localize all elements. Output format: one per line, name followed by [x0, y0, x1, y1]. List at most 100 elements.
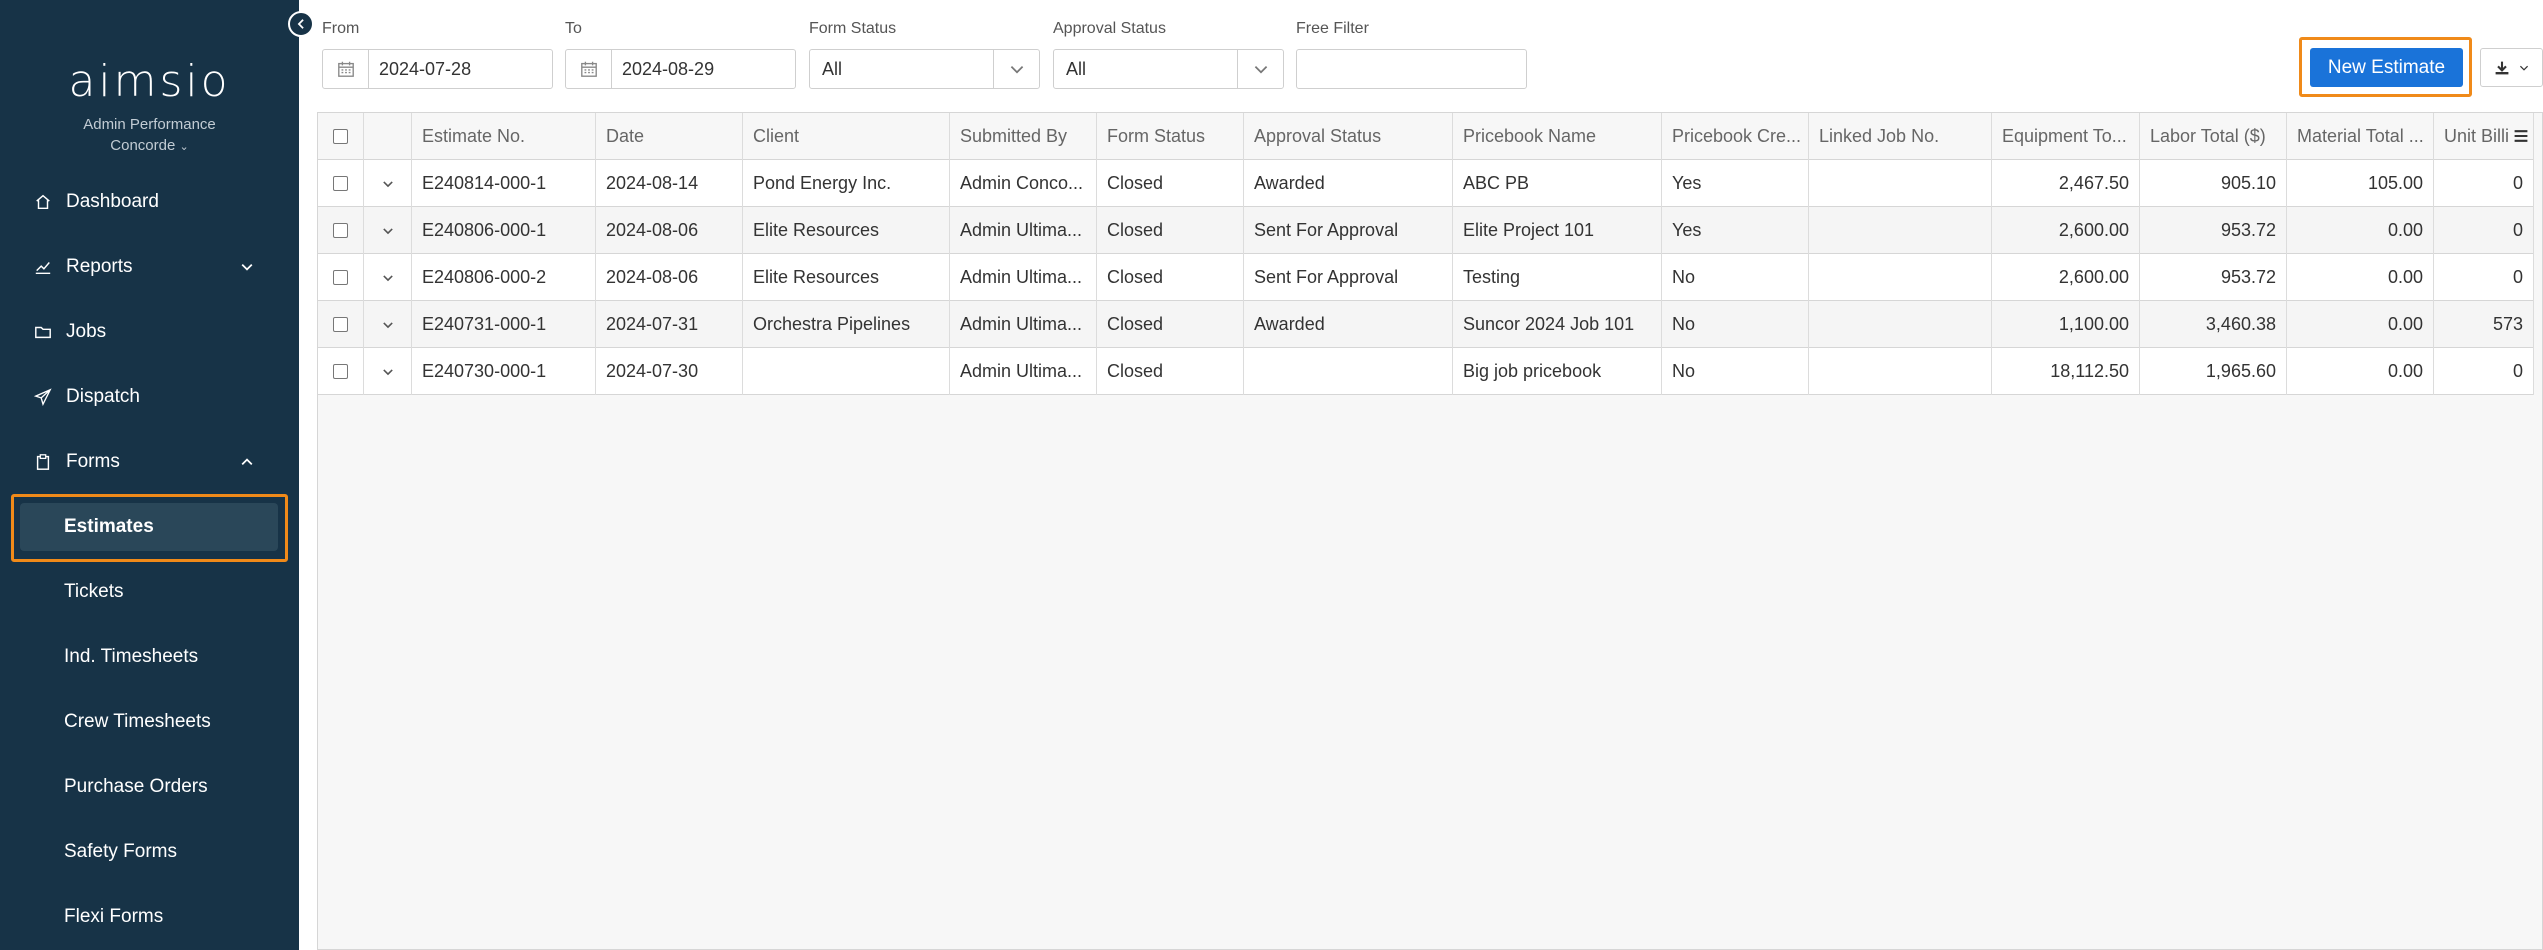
paper-plane-icon: [32, 386, 54, 408]
nav-reports[interactable]: Reports: [32, 252, 133, 282]
cell-unit-billing: 0: [2434, 160, 2534, 207]
cell-submitted-by: Admin Ultima...: [950, 301, 1097, 348]
chevron-down-icon: [382, 180, 393, 187]
nav-forms[interactable]: Forms: [32, 447, 120, 477]
row-checkbox[interactable]: [333, 176, 348, 191]
cell-labor-total: 3,460.38: [2140, 301, 2287, 348]
sidebar-item-safety-forms[interactable]: Safety Forms: [64, 837, 177, 867]
calendar-icon[interactable]: [323, 50, 369, 88]
company-line-2: Concorde: [110, 137, 176, 154]
free-filter-input[interactable]: [1296, 49, 1527, 89]
row-checkbox[interactable]: [333, 270, 348, 285]
sidebar-collapse-button[interactable]: [288, 11, 314, 37]
cell-approval-status: Awarded: [1244, 301, 1453, 348]
cell-unit-billing: 0: [2434, 207, 2534, 254]
form-status-select[interactable]: All: [809, 49, 1040, 89]
cell-pricebook-created: Yes: [1662, 207, 1809, 254]
sidebar-item-estimates[interactable]: Estimates: [64, 512, 154, 542]
cell-form-status: Closed: [1097, 207, 1244, 254]
cell-pricebook-created: No: [1662, 254, 1809, 301]
export-button[interactable]: [2480, 48, 2543, 87]
row-expand-button[interactable]: [364, 348, 412, 395]
col-estimate-no[interactable]: Estimate No.: [412, 113, 596, 160]
row-checkbox[interactable]: [333, 364, 348, 379]
row-checkbox[interactable]: [333, 317, 348, 332]
sidebar-item-tickets[interactable]: Tickets: [64, 577, 123, 607]
col-labor-total[interactable]: Labor Total ($): [2140, 113, 2287, 160]
col-client[interactable]: Client: [743, 113, 950, 160]
col-form-status[interactable]: Form Status: [1097, 113, 1244, 160]
sidebar-item-crew-timesheets[interactable]: Crew Timesheets: [64, 707, 211, 737]
cell-estimate-no: E240731-000-1: [412, 301, 596, 348]
cell-form-status: Closed: [1097, 348, 1244, 395]
chevron-up-icon[interactable]: [236, 451, 258, 473]
cell-date: 2024-07-30: [596, 348, 743, 395]
col-equipment-total[interactable]: Equipment To...: [1992, 113, 2140, 160]
calendar-icon[interactable]: [566, 50, 612, 88]
row-expand-button[interactable]: [364, 301, 412, 348]
cell-equipment-total: 2,600.00: [1992, 207, 2140, 254]
cell-unit-billing: 0: [2434, 254, 2534, 301]
chevron-down-icon: [382, 368, 393, 375]
aimsio-logo[interactable]: aimsio: [0, 56, 299, 107]
sidebar-item-purchase-orders[interactable]: Purchase Orders: [64, 772, 208, 802]
chevron-down-icon[interactable]: [236, 256, 258, 278]
from-date-field[interactable]: 2024-07-28: [322, 49, 553, 89]
cell-form-status: Closed: [1097, 254, 1244, 301]
cell-pricebook-name: Testing: [1453, 254, 1662, 301]
cell-submitted-by: Admin Ultima...: [950, 207, 1097, 254]
estimates-grid: Estimate No. Date Client Submitted By Fo…: [317, 112, 2543, 950]
new-estimate-button[interactable]: New Estimate: [2310, 48, 2463, 87]
nav-reports-label: Reports: [66, 256, 133, 277]
free-filter-label: Free Filter: [1296, 20, 1369, 37]
sidebar-item-flexi-forms[interactable]: Flexi Forms: [64, 902, 163, 932]
col-linked-job-no[interactable]: Linked Job No.: [1809, 113, 1992, 160]
col-submitted-by[interactable]: Submitted By: [950, 113, 1097, 160]
col-pricebook-name[interactable]: Pricebook Name: [1453, 113, 1662, 160]
col-date[interactable]: Date: [596, 113, 743, 160]
table-row[interactable]: E240806-000-2 2024-08-06 Elite Resources Ad…: [318, 254, 2534, 301]
row-expand-button[interactable]: [364, 254, 412, 301]
col-approval-status[interactable]: Approval Status: [1244, 113, 1453, 160]
chevron-down-icon: ⌄: [179, 141, 189, 153]
cell-equipment-total: 2,467.50: [1992, 160, 2140, 207]
row-select-cell: [318, 254, 364, 301]
cell-equipment-total: 18,112.50: [1992, 348, 2140, 395]
nav-dispatch[interactable]: Dispatch: [32, 382, 140, 412]
row-select-cell: [318, 160, 364, 207]
home-icon: [32, 191, 54, 213]
col-pricebook-created[interactable]: Pricebook Cre...: [1662, 113, 1809, 160]
sidebar-item-ind-timesheets[interactable]: Ind. Timesheets: [64, 642, 198, 672]
row-expand-button[interactable]: [364, 160, 412, 207]
cell-unit-billing: 0: [2434, 348, 2534, 395]
table-row[interactable]: E240731-000-1 2024-07-31 Orchestra Pipelin…: [318, 301, 2534, 348]
nav-jobs[interactable]: Jobs: [32, 317, 106, 347]
nav-dashboard-label: Dashboard: [66, 191, 159, 212]
chevron-down-icon: [382, 321, 393, 328]
cell-submitted-by: Admin Conco...: [950, 160, 1097, 207]
cell-pricebook-name: Elite Project 101: [1453, 207, 1662, 254]
company-selector[interactable]: Admin Performance Concorde ⌄: [0, 114, 299, 158]
approval-status-select[interactable]: All: [1053, 49, 1284, 89]
cell-equipment-total: 2,600.00: [1992, 254, 2140, 301]
table-row[interactable]: E240730-000-1 2024-07-30 Admin Ultima... Cl…: [318, 348, 2534, 395]
cell-material-total: 0.00: [2287, 207, 2434, 254]
nav-jobs-label: Jobs: [66, 321, 107, 342]
chevron-down-icon: [2519, 65, 2528, 71]
chevron-down-icon: [382, 227, 393, 234]
cell-submitted-by: Admin Ultima...: [950, 348, 1097, 395]
row-expand-button[interactable]: [364, 207, 412, 254]
row-checkbox[interactable]: [333, 223, 348, 238]
cell-pricebook-name: Big job pricebook: [1453, 348, 1662, 395]
nav-dashboard[interactable]: Dashboard: [32, 187, 159, 217]
to-label: To: [565, 20, 582, 37]
table-row[interactable]: E240806-000-1 2024-08-06 Elite Resources Ad…: [318, 207, 2534, 254]
column-menu-icon[interactable]: [2510, 125, 2532, 147]
col-material-total[interactable]: Material Total ...: [2287, 113, 2434, 160]
table-row[interactable]: E240814-000-1 2024-08-14 Pond Energy Inc. A…: [318, 160, 2534, 207]
cell-date: 2024-08-14: [596, 160, 743, 207]
cell-client: Elite Resources: [743, 254, 950, 301]
to-date-field[interactable]: 2024-08-29: [565, 49, 796, 89]
cell-approval-status: Awarded: [1244, 160, 1453, 207]
select-all-checkbox[interactable]: [333, 129, 348, 144]
